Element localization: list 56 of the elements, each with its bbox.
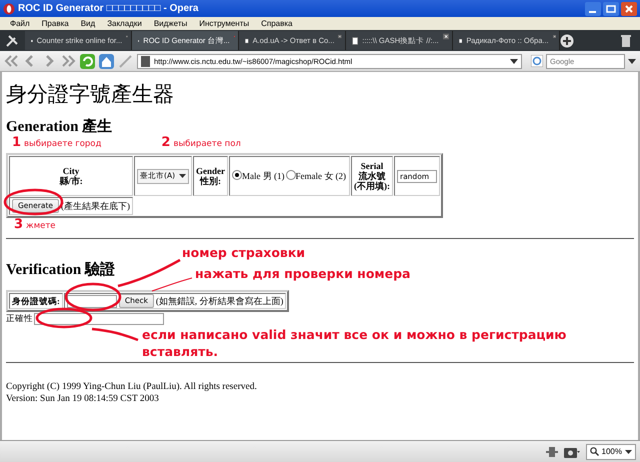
menu-item[interactable]: Виджеты bbox=[148, 19, 194, 28]
field-label: City 縣/市: bbox=[58, 166, 84, 186]
field-label: 身份證號碼: bbox=[12, 296, 60, 306]
dropdown-arrow-icon bbox=[625, 450, 632, 454]
dropdown-arrow-icon bbox=[179, 174, 186, 178]
annotation-text: номер страховки bbox=[182, 246, 306, 260]
annotation-circle bbox=[64, 282, 122, 312]
field-label: 正確性 bbox=[6, 313, 33, 325]
field-label: Gender 性別: bbox=[196, 166, 226, 186]
result-note: (如無錯誤, 分析結果會寫在上面) bbox=[156, 294, 284, 308]
radio-button[interactable] bbox=[232, 170, 242, 180]
footer-text: Copyright (C) 1999 Ying-Chun Liu (PaulLiu). All rights reserved. bbox=[6, 381, 258, 393]
section-heading: Verification 驗證 bbox=[6, 262, 116, 278]
page-heading: 身分證字號產生器 bbox=[6, 82, 175, 106]
step-number: 2 bbox=[161, 136, 170, 150]
step-number: 3 bbox=[14, 218, 24, 232]
validity-field[interactable] bbox=[34, 313, 164, 325]
id-number-field[interactable] bbox=[66, 294, 117, 308]
section-heading: Generation 產生 bbox=[6, 118, 112, 136]
dropdown-arrow-icon bbox=[510, 58, 518, 64]
dropdown-arrow-icon[interactable] bbox=[628, 58, 636, 64]
menu-item[interactable]: Закладки bbox=[101, 19, 148, 28]
zoom-field[interactable]: 100% bbox=[586, 444, 636, 460]
menu-item[interactable]: Правка bbox=[36, 19, 75, 28]
annotation-circle bbox=[36, 308, 92, 328]
reload-icon[interactable] bbox=[80, 54, 95, 68]
minimize-button[interactable] bbox=[585, 2, 601, 16]
menu-item[interactable]: Справка bbox=[255, 19, 299, 28]
home-icon[interactable] bbox=[99, 54, 114, 68]
menu-item[interactable]: Вид bbox=[74, 19, 102, 28]
annotation-line bbox=[92, 328, 138, 342]
menu-item[interactable]: Инструменты bbox=[193, 19, 256, 28]
plus-icon[interactable] bbox=[560, 34, 574, 48]
annotation-text: жмете bbox=[26, 220, 56, 233]
radio-label: Male 男 (1) bbox=[242, 170, 285, 180]
fast-forward-icon[interactable] bbox=[61, 54, 76, 68]
field-label: Serial 流水號 (不用填): bbox=[354, 161, 390, 191]
camera-icon[interactable] bbox=[564, 446, 580, 458]
annotation-text: выбираете пол bbox=[173, 138, 241, 151]
trash-icon[interactable] bbox=[620, 34, 632, 48]
close-button[interactable] bbox=[621, 2, 637, 16]
step-number: 1 bbox=[12, 136, 22, 150]
window-title: ROC ID Generator □□□□□□□□□ - Opera bbox=[18, 3, 198, 14]
search-icon bbox=[590, 447, 599, 456]
search-engine-icon[interactable] bbox=[531, 55, 543, 67]
radio-button[interactable] bbox=[286, 170, 296, 180]
annotation-circle bbox=[4, 188, 64, 216]
annotation-text: если написано valid значит все ок и можно в регистрацию вставлять. bbox=[142, 326, 568, 360]
restore-button[interactable] bbox=[603, 2, 619, 16]
browser-logo-icon bbox=[3, 2, 15, 14]
menu-item[interactable]: Файл bbox=[4, 19, 36, 28]
radio-label: Female 女 (2) bbox=[296, 170, 346, 180]
annotation-text: нажать для проверки номера bbox=[195, 267, 410, 281]
rewind-icon[interactable] bbox=[4, 54, 19, 68]
footer-text: Version: Sun Jan 19 08:14:59 CST 2003 bbox=[6, 393, 160, 405]
annotation-text: выбираете город bbox=[24, 138, 102, 151]
